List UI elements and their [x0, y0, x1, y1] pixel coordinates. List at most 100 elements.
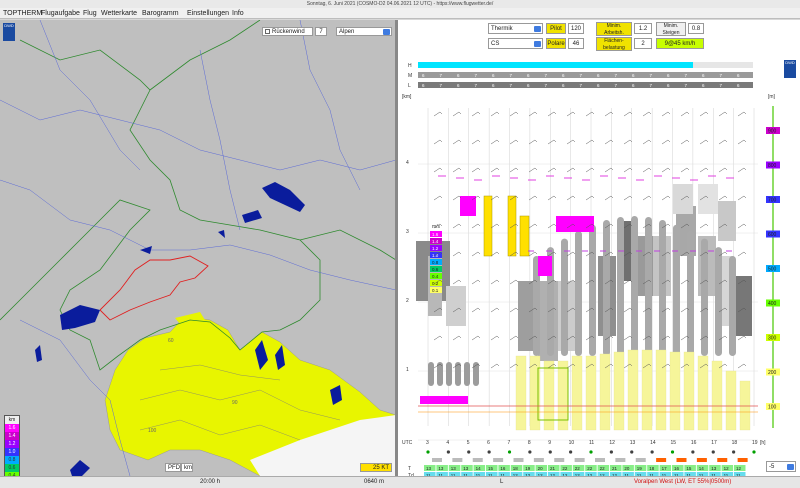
- cloud-symbol: [574, 458, 585, 462]
- map-legend: km 1.61.41.21.00.80.60.40.20.1: [4, 415, 20, 476]
- surface-bar-magenta: [420, 396, 468, 404]
- wind-barb: [604, 139, 614, 145]
- thermal-column-low: [464, 362, 470, 386]
- cloud-symbol: [432, 458, 442, 462]
- window-title: Sonntag, 6. Juni 2021 (COSMO-D2 04.06.20…: [0, 0, 800, 8]
- wind-barb: [661, 167, 671, 173]
- hour-tick: 19: [752, 440, 758, 446]
- wind-barb: [490, 139, 500, 145]
- t-value: 13: [426, 466, 432, 471]
- wind-barb: [585, 167, 595, 173]
- menu-toptherm[interactable]: TOPTHERM: [3, 9, 42, 18]
- ruckenwind-value[interactable]: 7: [315, 27, 327, 36]
- legend-row: 1.4: [5, 432, 19, 440]
- menu-einstellungen[interactable]: Einstellungen: [187, 9, 229, 18]
- pilot-input[interactable]: 120: [568, 23, 584, 34]
- yellow-column: [669, 351, 681, 431]
- wind-barb: [718, 195, 728, 201]
- thermal-shade: [446, 286, 466, 326]
- t-value: 17: [662, 466, 668, 471]
- cloud-bar-high: [418, 62, 693, 68]
- cloud-symbol: [635, 458, 646, 462]
- pfd-button[interactable]: PFD: [165, 463, 181, 472]
- chevron-down-icon: [383, 29, 390, 35]
- t-value: 13: [463, 466, 469, 471]
- cloud-symbol: [717, 458, 728, 462]
- menu-info[interactable]: Info: [232, 9, 244, 18]
- hour-unit: [h]: [760, 440, 766, 446]
- wind-barb: [490, 111, 500, 117]
- menu-flug[interactable]: Flug: [83, 9, 97, 18]
- hour-tick: 13: [630, 440, 636, 446]
- min-arbeit-label: Minim. Arbeitsh.: [596, 22, 632, 36]
- wind-barb: [528, 223, 538, 229]
- thermal-column: [575, 231, 582, 356]
- type-select[interactable]: Thermik: [488, 23, 543, 34]
- flachen-input[interactable]: 2: [634, 38, 652, 49]
- t-value: 22: [562, 466, 568, 471]
- wind-barb: [585, 139, 595, 145]
- hour-tick: 15: [671, 440, 677, 446]
- km-button[interactable]: km: [181, 463, 193, 472]
- hour-tick: 10: [569, 440, 575, 446]
- yellow-column: [627, 349, 639, 431]
- bottom-select-value: -5: [769, 464, 775, 470]
- wind-barb: [452, 223, 462, 229]
- legend-row: 0.8: [5, 456, 19, 464]
- wind-barb: [718, 139, 728, 145]
- ruckenwind-checkbox[interactable]: Rückenwind: [262, 27, 313, 36]
- thermal-column: [561, 238, 568, 356]
- cloud-symbol: [595, 458, 605, 462]
- wind-barb: [718, 111, 728, 117]
- map-canvas[interactable]: [0, 20, 396, 476]
- wind-barb: [661, 139, 671, 145]
- min-steigen-input[interactable]: 0.8: [688, 23, 704, 34]
- bottom-select[interactable]: -5: [766, 461, 796, 472]
- legend-row: 1.0: [5, 448, 19, 456]
- region-select[interactable]: Alpen: [336, 27, 392, 36]
- status-region: Voralpen West (LW, ET 55%|0500m): [634, 479, 732, 485]
- legend-unit: km: [5, 416, 19, 424]
- wind-barb: [452, 167, 462, 173]
- polare-label: Polare: [546, 38, 566, 49]
- polare-input[interactable]: 46: [568, 38, 584, 49]
- glider-select[interactable]: CS: [488, 38, 543, 49]
- meteogram-chart[interactable]: HML6 7 6 7 6 7 6 7 6 7 6 7 6 7 6 7 6 7 66 7 6 7 6 7 6 7 6 7 6 7 6 7 6 7 6 7…: [398, 56, 800, 476]
- wind-barb: [623, 335, 633, 341]
- yellow-column: [683, 351, 695, 431]
- wind-barb: [509, 111, 519, 117]
- status-bar: 20:00 h 0640 m L Voralpen West (LW, ET 5…: [0, 476, 800, 488]
- cloud-symbol: [737, 458, 748, 462]
- min-steigen-label: Minim. Steigen: [656, 22, 686, 36]
- hour-tick: 17: [711, 440, 717, 446]
- menu-wetterkarte[interactable]: Wetterkarte: [101, 9, 137, 18]
- wind-barb: [528, 111, 538, 117]
- thermal-column: [659, 219, 666, 356]
- legend-row: 1.2: [5, 440, 19, 448]
- t-value: 22: [587, 466, 593, 471]
- min-arbeit-input[interactable]: 1.2: [634, 23, 652, 34]
- checkbox-icon[interactable]: [265, 28, 270, 34]
- cloud-symbol: [554, 458, 565, 462]
- thermal-column: [715, 247, 722, 356]
- weather-icon: [589, 450, 593, 454]
- t-value: 18: [649, 466, 655, 471]
- hour-tick: 16: [691, 440, 697, 446]
- wind-barb: [737, 223, 747, 229]
- yellow-column: [725, 370, 737, 431]
- wind-barb: [490, 335, 500, 341]
- thermal-bar-yellow: [519, 215, 530, 257]
- wind-barb: [509, 307, 519, 313]
- menu-flugaufgabe[interactable]: Flugaufgabe: [41, 9, 80, 18]
- wind-barb: [585, 195, 595, 201]
- yellow-column: [641, 349, 653, 431]
- wind-barb: [566, 195, 576, 201]
- wind-barb: [471, 111, 481, 117]
- cloud-symbol: [493, 458, 504, 462]
- cloud-row-label: H: [408, 63, 412, 69]
- map-panel[interactable]: 60 90 100 Rückenwind 7 Alpen DWD km 1.6 1…: [0, 20, 396, 476]
- menu-bar: TOPTHERM Flugaufgabe Flug Wetterkarte Ba…: [0, 8, 800, 19]
- wind-barb: [642, 139, 652, 145]
- wind-barb: [585, 111, 595, 117]
- menu-barogramm[interactable]: Barogramm: [142, 9, 179, 18]
